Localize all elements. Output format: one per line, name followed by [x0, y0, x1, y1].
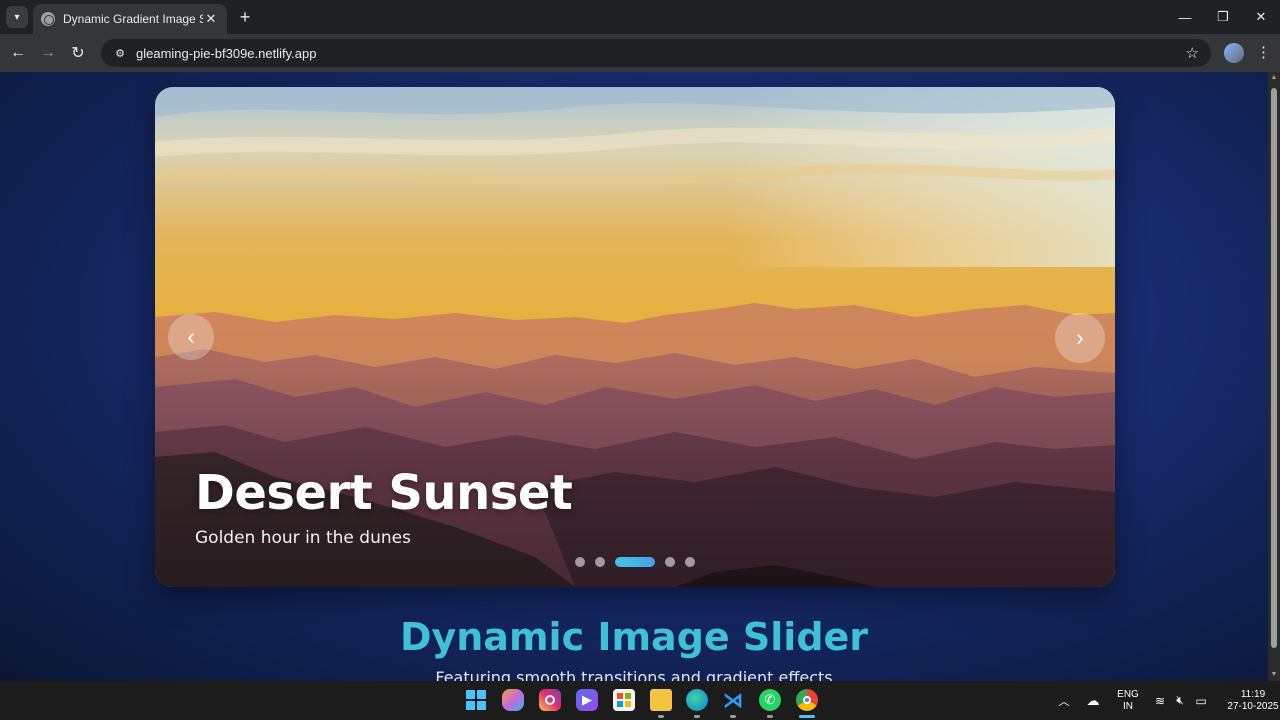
browser-tab-active[interactable]: Dynamic Gradient Image Slider ✕ — [33, 4, 227, 34]
scroll-down-icon[interactable]: ▼ — [1270, 671, 1278, 679]
clock[interactable]: 11:19 27-10-2025 — [1222, 689, 1280, 713]
window-controls: — ❐ ✕ — [1166, 0, 1280, 34]
next-slide-button[interactable]: › — [1055, 313, 1105, 363]
image-slider: Desert Sunset Golden hour in the dunes ‹… — [155, 87, 1115, 587]
whatsapp-running-indicator — [767, 715, 773, 718]
globe-icon — [41, 12, 55, 26]
page-scrollbar[interactable]: ▲ ▼ — [1268, 72, 1280, 681]
back-button[interactable]: ← — [6, 41, 30, 65]
arrow-right-icon: → — [40, 44, 56, 61]
minimize-button[interactable]: — — [1166, 0, 1204, 34]
reload-icon: ↻ — [71, 45, 85, 62]
profile-avatar[interactable] — [1224, 43, 1244, 63]
chevron-left-icon: ‹ — [187, 324, 195, 349]
language-indicator[interactable]: ENG IN — [1114, 689, 1142, 713]
chevron-down-icon: ▾ — [14, 11, 20, 23]
slide-dot[interactable] — [595, 557, 605, 567]
chrome-active-indicator — [799, 715, 815, 718]
reload-button[interactable]: ↻ — [66, 41, 90, 65]
scroll-up-icon[interactable]: ▲ — [1270, 74, 1278, 82]
page-viewport: Desert Sunset Golden hour in the dunes ‹… — [0, 72, 1268, 681]
tab-close-icon[interactable]: ✕ — [203, 11, 219, 27]
tab-search-button[interactable]: ▾ — [6, 6, 28, 28]
onedrive-cloud-icon[interactable]: ☁ — [1084, 693, 1102, 709]
windows-taskbar: ▶ ⋊ ✆ ︿ ☁ ENG IN ≋ 🔇︎ ▭ 11:19 27-10-2025 — [0, 681, 1280, 720]
chevron-up-icon[interactable]: ︿ — [1056, 693, 1072, 709]
scroll-thumb[interactable] — [1271, 88, 1277, 648]
edge-icon[interactable] — [686, 689, 708, 711]
page-subtitle: Featuring smooth transitions and gradien… — [435, 668, 833, 681]
tab-strip: ▾ Dynamic Gradient Image Slider ✕ + — ❐ … — [0, 0, 1280, 34]
clipchamp-icon[interactable]: ▶ — [576, 689, 598, 711]
browser-menu-icon[interactable]: ⋮ — [1256, 43, 1271, 63]
site-info-icon[interactable]: ⚙ — [113, 46, 127, 60]
slide-dot[interactable] — [665, 557, 675, 567]
battery-icon[interactable]: ▭ — [1192, 694, 1210, 708]
forward-button[interactable]: → — [36, 41, 60, 65]
page-title: Dynamic Image Slider — [399, 615, 869, 659]
slide-title: Desert Sunset — [195, 465, 573, 521]
tab-title: Dynamic Gradient Image Slider — [63, 12, 203, 26]
url-text[interactable]: gleaming-pie-bf309e.netlify.app — [136, 46, 1186, 61]
volume-muted-icon[interactable]: 🔇︎ — [1172, 693, 1188, 708]
vscode-running-indicator — [730, 715, 736, 718]
file-explorer-icon[interactable] — [650, 689, 672, 711]
wifi-icon[interactable]: ≋ — [1152, 694, 1168, 708]
slide-dots — [575, 557, 695, 567]
vscode-icon[interactable]: ⋊ — [722, 689, 744, 712]
clock-time: 11:19 — [1240, 688, 1266, 700]
system-tray: ︿ ☁ ENG IN ≋ 🔇︎ ▭ 11:19 27-10-2025 — [1056, 681, 1280, 720]
instagram-icon[interactable] — [539, 689, 561, 711]
address-bar[interactable]: ⚙ gleaming-pie-bf309e.netlify.app ☆ — [101, 39, 1211, 67]
edge-running-indicator — [694, 715, 700, 718]
arrow-left-icon: ← — [10, 44, 26, 61]
bookmark-star-icon[interactable]: ☆ — [1186, 44, 1199, 62]
close-window-button[interactable]: ✕ — [1242, 0, 1280, 34]
new-tab-button[interactable]: + — [234, 6, 256, 28]
whatsapp-icon[interactable]: ✆ — [759, 689, 781, 711]
prev-slide-button[interactable]: ‹ — [168, 314, 214, 360]
clock-date: 27-10-2025 — [1227, 700, 1279, 712]
chevron-right-icon: › — [1076, 325, 1084, 350]
restore-button[interactable]: ❐ — [1204, 0, 1242, 34]
slide-dot[interactable] — [685, 557, 695, 567]
browser-toolbar: ← → ↻ ⚙ gleaming-pie-bf309e.netlify.app … — [0, 34, 1280, 72]
chrome-icon[interactable] — [796, 689, 818, 711]
windows-start-icon[interactable] — [465, 689, 487, 711]
microsoft-store-icon[interactable] — [613, 689, 635, 711]
file-explorer-running-indicator — [658, 715, 664, 718]
slide-dot-active[interactable] — [615, 557, 655, 567]
slide-caption: Golden hour in the dunes — [195, 528, 411, 548]
copilot-icon[interactable] — [502, 689, 524, 711]
slide-dot[interactable] — [575, 557, 585, 567]
